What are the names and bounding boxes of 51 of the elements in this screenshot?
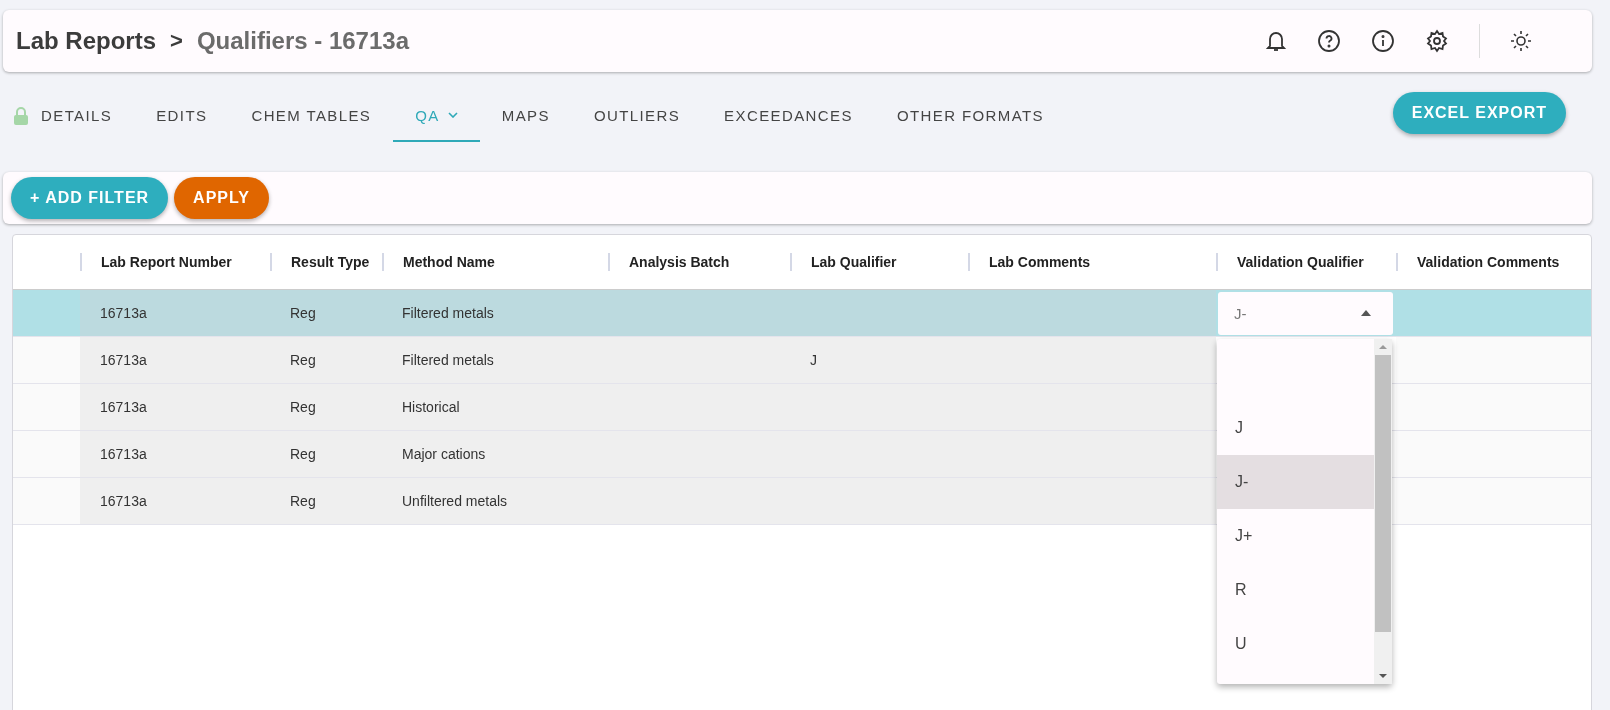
table-cell: J bbox=[790, 337, 968, 383]
table-cell: Filtered metals bbox=[382, 290, 608, 336]
table-cell: Major cations bbox=[382, 431, 608, 477]
column-header[interactable]: Lab Report Number bbox=[101, 254, 232, 270]
dropdown-option[interactable]: R bbox=[1217, 563, 1374, 617]
table-cell: Reg bbox=[270, 337, 382, 383]
brightness-icon[interactable] bbox=[1510, 30, 1532, 52]
breadcrumb-separator: > bbox=[170, 28, 183, 54]
scroll-up-icon[interactable] bbox=[1378, 343, 1388, 351]
tab[interactable]: CHEM TABLES bbox=[229, 90, 394, 142]
column-header[interactable]: Validation Qualifier bbox=[1237, 254, 1364, 270]
table-cell: 16713a bbox=[80, 478, 270, 524]
tab[interactable]: MAPS bbox=[479, 90, 572, 142]
scroll-down-icon[interactable] bbox=[1378, 672, 1388, 680]
table-cell: 16713a bbox=[80, 290, 270, 336]
table-cell: 16713a bbox=[80, 384, 270, 430]
dropdown-option[interactable]: J bbox=[1217, 401, 1374, 455]
column-header[interactable]: Result Type bbox=[291, 254, 370, 270]
table-cell: Reg bbox=[270, 431, 382, 477]
table-cell: 16713a bbox=[80, 431, 270, 477]
table-cell: Reg bbox=[270, 478, 382, 524]
table-cell: Reg bbox=[270, 290, 382, 336]
column-header[interactable]: Analysis Batch bbox=[629, 254, 730, 270]
column-header[interactable]: Method Name bbox=[403, 254, 495, 270]
dropdown-option[interactable]: U bbox=[1217, 617, 1374, 671]
lock-icon bbox=[13, 106, 29, 126]
tab[interactable]: OTHER FORMATS bbox=[874, 90, 1066, 142]
column-header[interactable]: Lab Qualifier bbox=[811, 254, 897, 270]
page-title: Qualifiers - 16713a bbox=[196, 27, 409, 55]
tab[interactable]: DETAILS bbox=[41, 90, 135, 142]
table-cell: Filtered metals bbox=[382, 337, 608, 383]
table-cell: Historical bbox=[382, 384, 608, 430]
tab[interactable]: EDITS bbox=[134, 90, 230, 142]
bell-icon[interactable] bbox=[1265, 29, 1287, 53]
table-cell: Unfiltered metals bbox=[382, 478, 608, 524]
tab[interactable]: EXCEEDANCES bbox=[702, 90, 875, 142]
tab[interactable]: OUTLIERS bbox=[571, 90, 703, 142]
select-value: J- bbox=[1234, 304, 1247, 322]
column-header[interactable]: Lab Comments bbox=[989, 254, 1091, 270]
scrollbar[interactable] bbox=[1374, 339, 1392, 684]
breadcrumb-link[interactable]: Lab Reports bbox=[16, 27, 156, 55]
column-header[interactable]: Validation Comments bbox=[1417, 254, 1560, 270]
qualifier-select[interactable]: J- bbox=[1218, 291, 1393, 335]
dropdown-option[interactable]: J- bbox=[1217, 455, 1374, 509]
table-cell: Reg bbox=[270, 384, 382, 430]
dropdown-option[interactable]: J+ bbox=[1217, 509, 1374, 563]
info-icon[interactable] bbox=[1371, 29, 1395, 53]
table-cell: 16713a bbox=[80, 337, 270, 383]
caret-icon bbox=[1361, 310, 1371, 316]
help-icon[interactable] bbox=[1317, 29, 1341, 53]
settings-icon[interactable] bbox=[1425, 29, 1449, 53]
